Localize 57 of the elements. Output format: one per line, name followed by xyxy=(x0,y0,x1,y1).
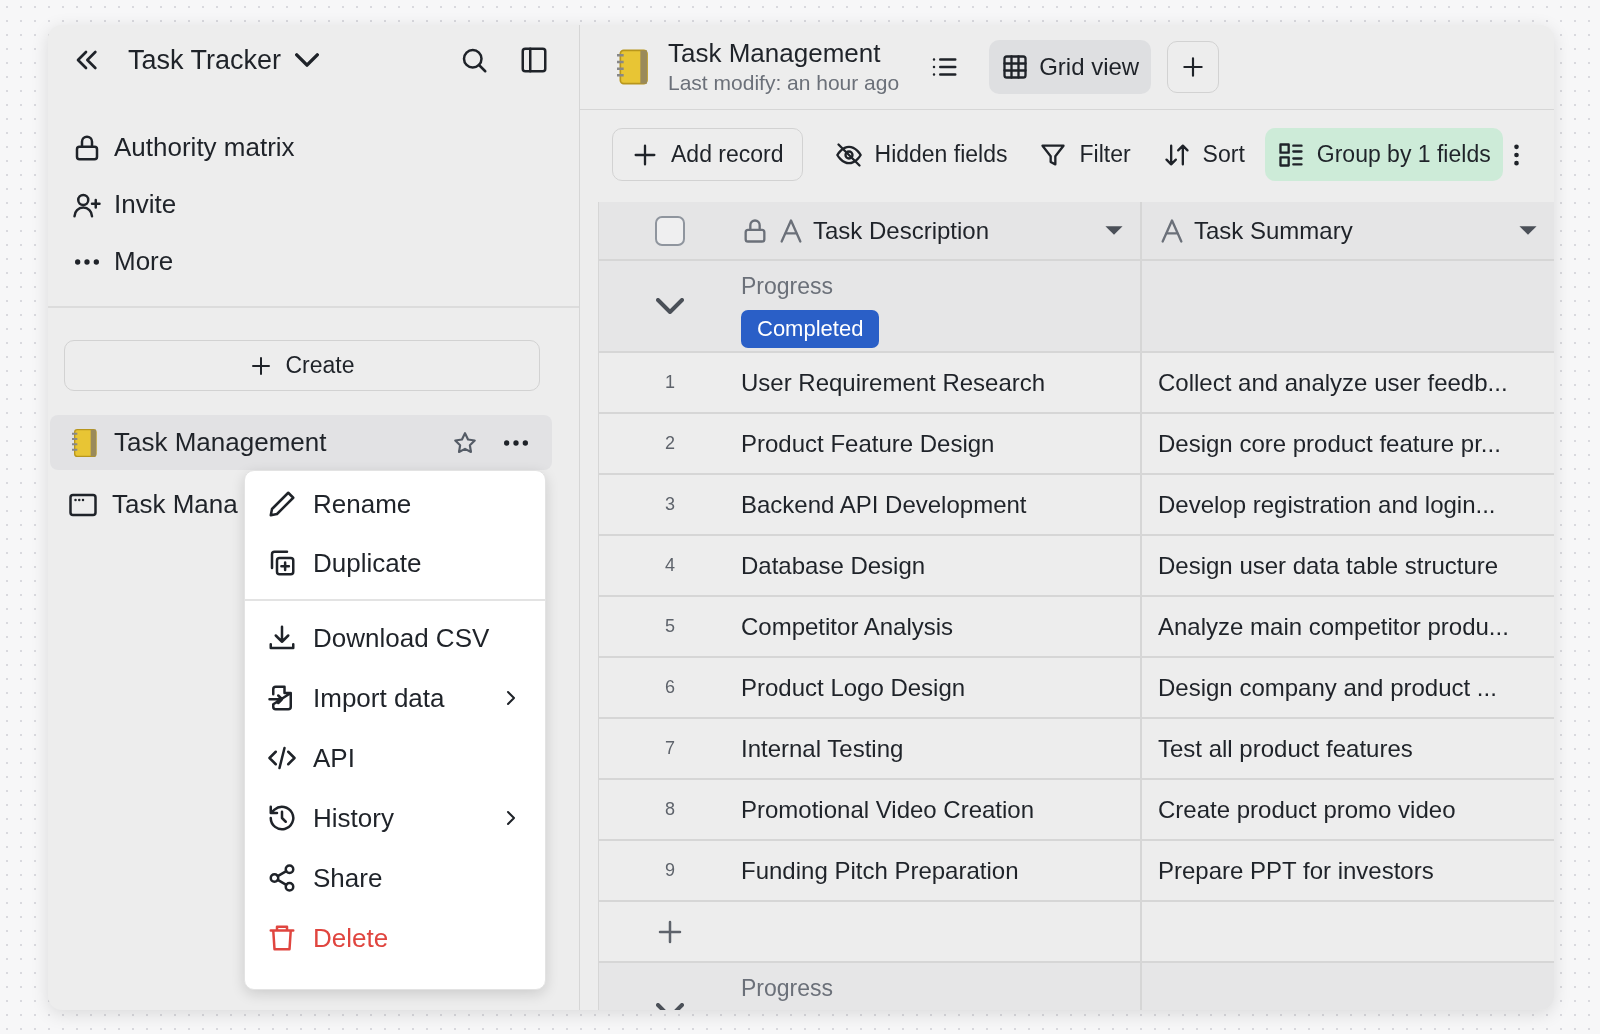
table-title: Task Management xyxy=(668,37,882,69)
table-cell: Funding Pitch Preparation xyxy=(741,841,1142,900)
table-cell: Product Feature Design xyxy=(741,414,1142,473)
table-cell: Promotional Video Creation xyxy=(741,780,1142,839)
menu-item[interactable]: History xyxy=(245,788,545,848)
row-number: 9 xyxy=(664,859,676,882)
create-button[interactable]: Create xyxy=(64,340,540,391)
column-title: Task Description xyxy=(813,215,990,246)
table-cell-text: Design company and product ... xyxy=(1157,672,1498,703)
table-cell: Internal Testing xyxy=(741,719,1142,778)
document-title: Task Management xyxy=(114,426,327,459)
group-field-label: Progress xyxy=(741,974,834,1003)
sidebar-nav-item[interactable]: Authority matrix xyxy=(48,119,579,176)
row-number: 4 xyxy=(664,554,676,577)
row-number: 3 xyxy=(664,493,676,516)
table-cell: Backend API Development xyxy=(741,475,1142,534)
workspace-title-dropdown[interactable]: Task Tracker xyxy=(128,39,320,81)
table-cell-text: Analyze main competitor produ... xyxy=(1157,611,1510,642)
table-cell-text: Design core product feature pr... xyxy=(1157,428,1502,459)
row-number: 6 xyxy=(664,676,676,699)
menu-item[interactable]: Delete xyxy=(245,908,545,968)
row-number: 1 xyxy=(664,371,676,394)
table-cell-text: Test all product features xyxy=(1157,733,1414,764)
group-field-label: Progress xyxy=(741,272,834,301)
menu-item[interactable]: Duplicate xyxy=(245,534,545,601)
row-number: 8 xyxy=(664,798,676,821)
table-cell: Competitor Analysis xyxy=(741,597,1142,656)
toolbar-button[interactable]: Group by 1 fields xyxy=(1264,128,1503,181)
table-cell: Database Design xyxy=(741,536,1142,595)
row-number: 2 xyxy=(664,432,676,455)
menu-item[interactable]: Download CSV xyxy=(245,608,545,668)
table-cell-text: Design user data table structure xyxy=(1157,550,1500,581)
document-item[interactable]: Task Management xyxy=(50,415,552,470)
column-header[interactable]: Task Description xyxy=(741,202,1142,259)
menu-item[interactable]: Share xyxy=(245,848,545,908)
table-cell: Product Logo Design xyxy=(741,658,1142,717)
menu-item[interactable]: Import data xyxy=(245,668,545,728)
table-cell-text: Create product promo video xyxy=(1157,794,1457,825)
view-tab[interactable]: Grid view xyxy=(989,40,1152,94)
document-title: Task Mana xyxy=(112,488,238,521)
table-cell: User Requirement Research xyxy=(741,353,1142,412)
sidebar-nav-item[interactable]: More xyxy=(48,233,579,290)
toolbar-button[interactable]: Filter xyxy=(1027,128,1143,181)
row-number: 7 xyxy=(664,737,676,760)
toolbar-button[interactable]: Hidden fields xyxy=(822,128,1020,181)
toolbar-button[interactable]: Add record xyxy=(612,128,803,181)
toolbar-button[interactable]: Sort xyxy=(1150,128,1257,181)
row-number: 5 xyxy=(664,615,676,638)
last-modified-text: Last modify: an hour ago xyxy=(668,70,900,96)
table-cell-text: Prepare PPT for investors xyxy=(1157,855,1435,886)
menu-item[interactable]: API xyxy=(245,728,545,788)
sidebar-nav-item[interactable]: Invite xyxy=(48,176,579,233)
column-title: Task Summary xyxy=(1194,215,1353,246)
column-header[interactable]: Task Summary xyxy=(1142,202,1554,259)
table-cell-text: Collect and analyze user feedb... xyxy=(1157,367,1509,398)
status-tag: Completed xyxy=(741,309,880,348)
table-cell-text: Develop registration and login... xyxy=(1157,489,1497,520)
